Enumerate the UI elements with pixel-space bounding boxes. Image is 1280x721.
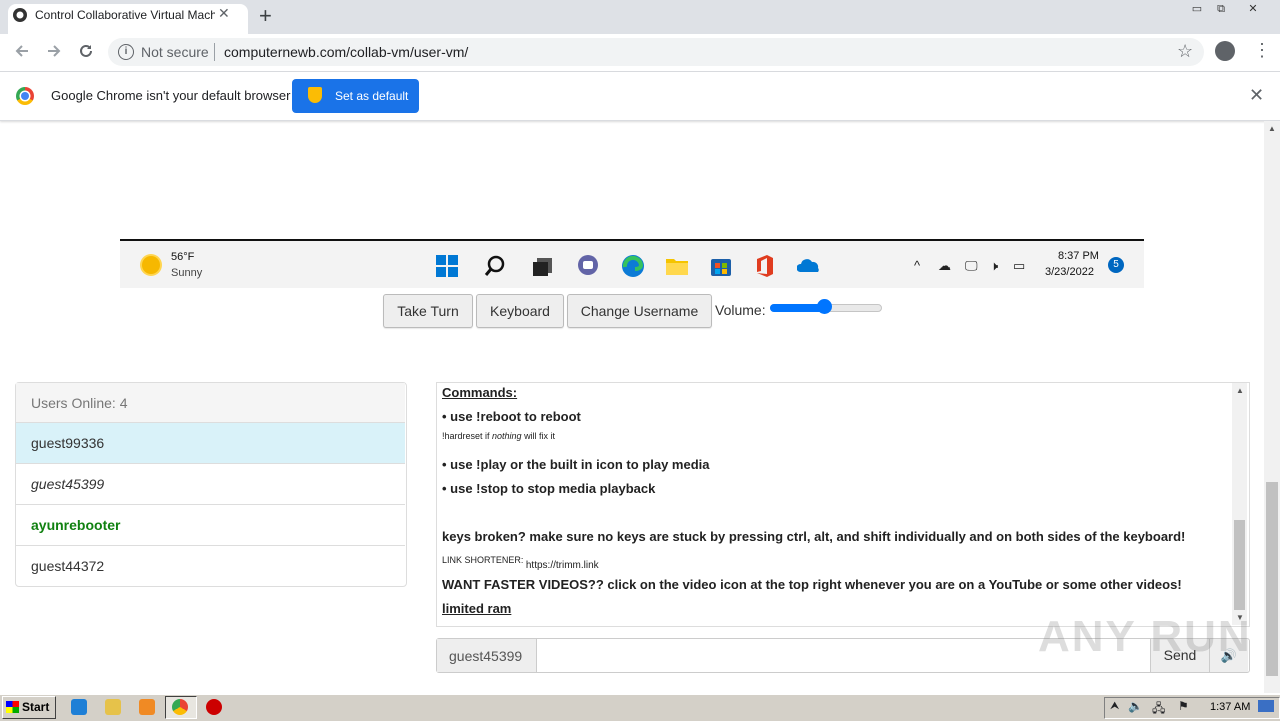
chat-line-keys: keys broken? make sure no keys are stuck… bbox=[442, 529, 1186, 544]
collabvm-favicon-icon bbox=[12, 7, 28, 23]
chrome-icon bbox=[172, 699, 188, 715]
weather-sun-icon bbox=[142, 256, 160, 274]
page-scrollbar-thumb[interactable] bbox=[1266, 482, 1278, 676]
weather-temperature: 56°F bbox=[171, 251, 195, 263]
media-player-icon[interactable] bbox=[139, 699, 155, 715]
onedrive-tray-icon[interactable]: ☁ bbox=[938, 258, 951, 274]
divider bbox=[214, 43, 215, 61]
hardreset-suffix: will fix it bbox=[521, 431, 556, 441]
start-button[interactable]: Start bbox=[2, 696, 56, 719]
infobar-message: Google Chrome isn't your default browser bbox=[51, 88, 291, 103]
chat-line-videos: WANT FASTER VIDEOS?? click on the video … bbox=[442, 577, 1182, 592]
onedrive-icon[interactable] bbox=[796, 254, 821, 276]
tray-up-arrow-icon[interactable]: ⮝ bbox=[1110, 700, 1119, 713]
username: ayunrebooter bbox=[31, 517, 121, 533]
network-tray-icon[interactable]: 🖧 bbox=[1152, 699, 1165, 720]
show-desktop-icon[interactable] bbox=[1258, 700, 1274, 712]
windows-flag-icon bbox=[6, 701, 19, 713]
users-online-count: Users Online: 4 bbox=[31, 395, 128, 411]
chat-username-label: guest45399 bbox=[437, 639, 537, 672]
battery-icon[interactable]: ▭ bbox=[1013, 258, 1025, 274]
forward-icon[interactable] bbox=[45, 42, 63, 65]
volume-tray-icon[interactable]: 🔈 bbox=[1128, 699, 1143, 713]
stop-sign-icon[interactable] bbox=[206, 699, 222, 715]
hardreset-emphasis: nothing bbox=[492, 431, 522, 441]
keyboard-button[interactable]: Keyboard bbox=[476, 294, 564, 328]
network-icon[interactable]: 🖵 bbox=[965, 258, 978, 274]
volume-label: Volume: bbox=[715, 302, 766, 318]
start-label: Start bbox=[22, 700, 50, 714]
chat-line-reboot: • use !reboot to reboot bbox=[442, 409, 581, 424]
take-turn-button[interactable]: Take Turn bbox=[383, 294, 473, 328]
user-row[interactable]: guest45399 bbox=[16, 464, 405, 505]
shield-icon bbox=[308, 87, 322, 103]
teams-chat-icon[interactable] bbox=[576, 254, 600, 276]
username: guest99336 bbox=[31, 435, 105, 451]
os-clock[interactable]: 1:37 AM bbox=[1210, 701, 1250, 713]
infobar-close-icon[interactable]: ✕ bbox=[1249, 85, 1264, 106]
url-text[interactable]: computernewb.com/collab-vm/user-vm/ bbox=[224, 44, 468, 60]
internet-explorer-icon[interactable] bbox=[71, 699, 87, 715]
bookmark-star-icon[interactable]: ☆ bbox=[1177, 41, 1193, 62]
commands-title: Commands: bbox=[442, 385, 518, 400]
close-window-button[interactable]: ✕ bbox=[1238, 0, 1268, 18]
chat-username: guest45399 bbox=[449, 648, 523, 664]
vm-clock-date[interactable]: 3/23/2022 bbox=[1045, 266, 1094, 278]
vm-clock-time[interactable]: 8:37 PM bbox=[1058, 250, 1099, 262]
reload-icon[interactable] bbox=[77, 42, 95, 65]
restore-button[interactable]: ⧉ bbox=[1206, 0, 1236, 18]
weather-description: Sunny bbox=[171, 267, 203, 279]
user-row[interactable]: ayunrebooter bbox=[16, 505, 405, 546]
anyrun-watermark: ANY RUN bbox=[1038, 612, 1252, 661]
flag-tray-icon[interactable]: ⚑ bbox=[1178, 699, 1189, 713]
shortener-url[interactable]: https://trimm.link bbox=[526, 560, 599, 571]
edge-icon[interactable] bbox=[621, 254, 645, 277]
folder-icon[interactable] bbox=[105, 699, 121, 715]
back-icon[interactable] bbox=[13, 42, 31, 65]
chat-line-hardreset: !hardreset if nothing will fix it bbox=[442, 431, 555, 441]
set-as-default-label: Set as default bbox=[335, 89, 409, 103]
chat-scrollbar-thumb[interactable] bbox=[1234, 520, 1245, 610]
chrome-menu-icon[interactable]: ⋮ bbox=[1253, 40, 1271, 61]
search-icon[interactable] bbox=[483, 254, 507, 276]
show-hidden-icons-chevron-icon[interactable]: ^ bbox=[914, 258, 920, 273]
volume-slider-handle[interactable] bbox=[817, 299, 832, 314]
info-icon[interactable]: i bbox=[118, 44, 134, 60]
speaker-muted-icon[interactable]: 🕨 bbox=[990, 258, 998, 274]
tab-close-icon[interactable]: ✕ bbox=[218, 5, 230, 22]
windows-start-icon[interactable] bbox=[435, 254, 459, 277]
change-username-button[interactable]: Change Username bbox=[567, 294, 712, 328]
chat-line-ram: limited ram bbox=[442, 601, 512, 616]
new-tab-button[interactable]: + bbox=[259, 3, 272, 29]
file-explorer-icon[interactable] bbox=[665, 254, 689, 276]
task-view-icon[interactable] bbox=[531, 254, 555, 276]
user-row[interactable]: guest44372 bbox=[16, 546, 405, 586]
chat-line-shortener: LINK SHORTENER: https://trimm.link bbox=[442, 551, 599, 571]
user-row[interactable]: guest99336 bbox=[16, 423, 405, 464]
tab-title: Control Collaborative Virtual Machine bbox=[35, 8, 215, 22]
users-online-header: Users Online: 4 bbox=[16, 383, 405, 423]
chrome-taskbar-button[interactable] bbox=[165, 696, 197, 719]
chat-scroll-up-icon[interactable]: ▲ bbox=[1236, 386, 1244, 395]
notification-badge[interactable]: 5 bbox=[1108, 257, 1124, 273]
chat-line-stop: • use !stop to stop media playback bbox=[442, 481, 656, 496]
security-status[interactable]: Not secure bbox=[141, 44, 209, 60]
chat-line-play: • use !play or the built in icon to play… bbox=[442, 457, 710, 472]
shortener-label: LINK SHORTENER: bbox=[442, 555, 526, 565]
store-icon[interactable] bbox=[709, 254, 733, 276]
chrome-logo-icon bbox=[16, 87, 34, 105]
username: guest44372 bbox=[31, 558, 105, 574]
office-icon[interactable] bbox=[753, 254, 777, 277]
username: guest45399 bbox=[31, 476, 105, 492]
set-as-default-button[interactable]: Set as default bbox=[292, 79, 419, 113]
hardreset-prefix: !hardreset if bbox=[442, 431, 493, 441]
scroll-up-arrow-icon[interactable]: ▲ bbox=[1268, 124, 1276, 133]
profile-avatar-icon[interactable] bbox=[1215, 41, 1235, 61]
